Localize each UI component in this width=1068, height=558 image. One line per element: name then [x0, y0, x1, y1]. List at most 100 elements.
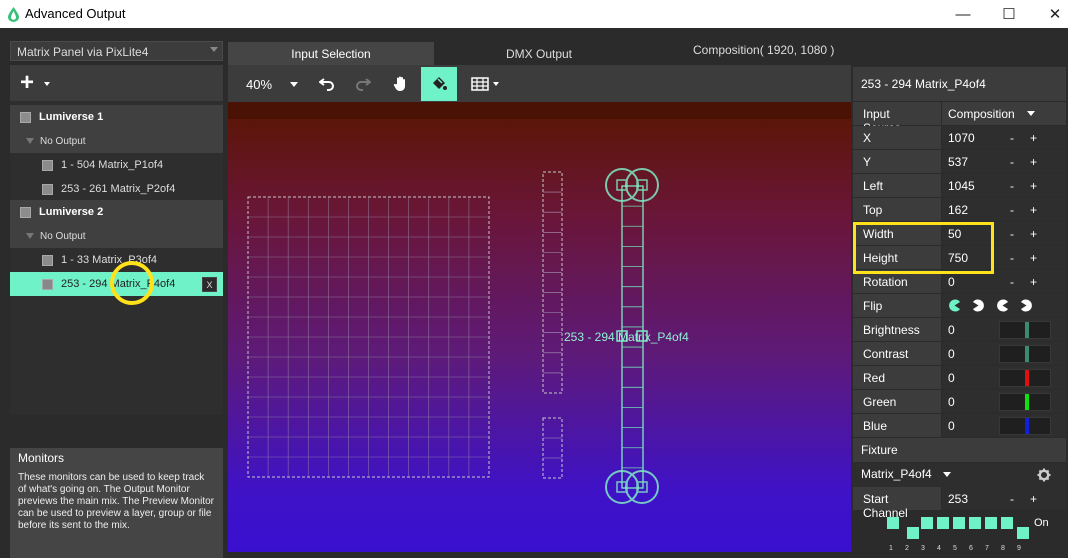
panel-selector-dropdown[interactable]: Matrix Panel via PixLite4 — [10, 41, 223, 61]
channel-box[interactable] — [887, 517, 899, 529]
tab-input-selection[interactable]: Input Selection — [228, 42, 434, 65]
strip-grid-upper — [543, 191, 562, 374]
start-channel-field[interactable]: 253 - + — [942, 487, 1066, 510]
expand-arrow-icon[interactable] — [26, 138, 34, 144]
zoom-dropdown[interactable]: 40% — [238, 67, 302, 101]
flip-both-icon[interactable] — [1020, 299, 1033, 312]
prop-field-height[interactable]: 750 - + — [942, 246, 1066, 269]
prop-field-left[interactable]: 1045 - + — [942, 174, 1066, 197]
prop-value-y: 537 — [948, 155, 969, 169]
adjust-slider[interactable] — [999, 369, 1051, 387]
prop-field-width[interactable]: 50 - + — [942, 222, 1066, 245]
fixture-dropdown[interactable]: Matrix_P4of4 — [853, 463, 1066, 487]
prop-field-top[interactable]: 162 - + — [942, 198, 1066, 221]
tree-group-lumiverse-1[interactable]: Lumiverse 1 — [10, 105, 223, 129]
flip-none-icon[interactable] — [948, 299, 961, 312]
remove-item-button[interactable]: X — [202, 277, 217, 292]
adjust-field[interactable]: 0 — [942, 342, 1066, 365]
chevron-down-icon — [210, 47, 218, 52]
adjust-row-red: Red 0 — [853, 366, 1066, 390]
redo-button[interactable] — [348, 67, 378, 101]
decrement-button[interactable]: - — [1010, 131, 1014, 145]
grid-tool-button[interactable] — [464, 67, 506, 101]
tree-output-status[interactable]: No Output — [10, 129, 223, 153]
decrement-button[interactable]: - — [1010, 227, 1014, 241]
channel-box[interactable] — [921, 517, 933, 529]
fixture-canvas-label: 253 - 294 Matrix_P4of4 — [564, 330, 689, 344]
channel-box[interactable] — [1017, 527, 1029, 539]
tree-item-p1[interactable]: 1 - 504 Matrix_P1of4 — [10, 153, 223, 177]
adjust-slider[interactable] — [999, 393, 1051, 411]
flip-vertical-icon[interactable] — [996, 299, 1009, 312]
bottom-resize-handle-icon[interactable] — [605, 470, 659, 504]
increment-button[interactable]: + — [1030, 131, 1037, 145]
prop-field-y[interactable]: 537 - + — [942, 150, 1066, 173]
decrement-button[interactable]: - — [1010, 275, 1014, 289]
prop-field-rotation[interactable]: 0 - + — [942, 270, 1066, 293]
composition-canvas[interactable]: 253 - 294 Matrix_P4of4 — [228, 102, 851, 552]
tree-output-status[interactable]: No Output — [10, 224, 223, 248]
fill-tool-button[interactable] — [421, 67, 457, 101]
visibility-checkbox[interactable] — [20, 111, 31, 123]
add-menu-chevron-icon[interactable] — [44, 82, 50, 86]
decrement-button[interactable]: - — [1010, 203, 1014, 217]
input-source-dropdown[interactable]: Composition — [942, 102, 1066, 125]
fixture-name: Matrix_P4of4 — [861, 467, 932, 481]
tree-group-lumiverse-2[interactable]: Lumiverse 2 — [10, 200, 223, 224]
visibility-checkbox[interactable] — [42, 183, 53, 195]
increment-button[interactable]: + — [1030, 155, 1037, 169]
start-channel-row: Start Channel 253 - + — [853, 487, 1066, 520]
prop-field-x[interactable]: 1070 - + — [942, 126, 1066, 149]
tab-dmx-output[interactable]: DMX Output — [434, 42, 644, 65]
flip-horizontal-icon[interactable] — [972, 299, 985, 312]
maximize-button[interactable]: ☐ — [986, 0, 1032, 28]
slider-knob[interactable] — [1025, 322, 1029, 338]
adjust-slider[interactable] — [999, 321, 1051, 339]
prop-row-x: X 1070 - + — [853, 126, 1066, 150]
channel-box[interactable] — [937, 517, 949, 529]
channel-box[interactable] — [969, 517, 981, 529]
adjust-field[interactable]: 0 — [942, 414, 1066, 437]
visibility-checkbox[interactable] — [42, 278, 53, 290]
slider-knob[interactable] — [1025, 346, 1029, 362]
slider-knob[interactable] — [1025, 370, 1029, 386]
slider-knob[interactable] — [1025, 394, 1029, 410]
channel-number: 1 — [889, 545, 893, 552]
channel-box[interactable] — [907, 527, 919, 539]
gear-icon[interactable] — [1037, 468, 1051, 482]
expand-arrow-icon[interactable] — [26, 233, 34, 239]
strip-outline-lower[interactable] — [542, 417, 563, 479]
visibility-checkbox[interactable] — [42, 254, 53, 266]
visibility-checkbox[interactable] — [20, 206, 31, 218]
prop-value-left: 1045 — [948, 179, 975, 193]
increment-button[interactable]: + — [1030, 203, 1037, 217]
top-resize-handle-icon[interactable] — [605, 168, 659, 202]
adjust-field[interactable]: 0 — [942, 390, 1066, 413]
add-icon[interactable]: + — [20, 71, 34, 95]
increment-button[interactable]: + — [1030, 227, 1037, 241]
adjust-slider[interactable] — [999, 417, 1051, 435]
visibility-checkbox[interactable] — [42, 159, 53, 171]
channel-box[interactable] — [953, 517, 965, 529]
decrement-button[interactable]: - — [1010, 179, 1014, 193]
increment-button[interactable]: + — [1030, 492, 1037, 506]
increment-button[interactable]: + — [1030, 251, 1037, 265]
adjust-field[interactable]: 0 — [942, 366, 1066, 389]
slider-knob[interactable] — [1025, 418, 1029, 434]
adjust-slider[interactable] — [999, 345, 1051, 363]
strip-outline-upper[interactable] — [542, 171, 563, 394]
increment-button[interactable]: + — [1030, 275, 1037, 289]
pan-tool-button[interactable] — [386, 67, 416, 101]
decrement-button[interactable]: - — [1010, 155, 1014, 169]
channel-number: 6 — [969, 545, 973, 552]
decrement-button[interactable]: - — [1010, 492, 1014, 506]
decrement-button[interactable]: - — [1010, 251, 1014, 265]
adjust-field[interactable]: 0 — [942, 318, 1066, 341]
tree-item-p2[interactable]: 253 - 261 Matrix_P2of4 — [10, 177, 223, 201]
close-button[interactable]: ✕ — [1032, 0, 1068, 28]
channel-box[interactable] — [1001, 517, 1013, 529]
minimize-button[interactable]: — — [940, 0, 986, 28]
increment-button[interactable]: + — [1030, 179, 1037, 193]
channel-box[interactable] — [985, 517, 997, 529]
undo-button[interactable] — [312, 67, 342, 101]
